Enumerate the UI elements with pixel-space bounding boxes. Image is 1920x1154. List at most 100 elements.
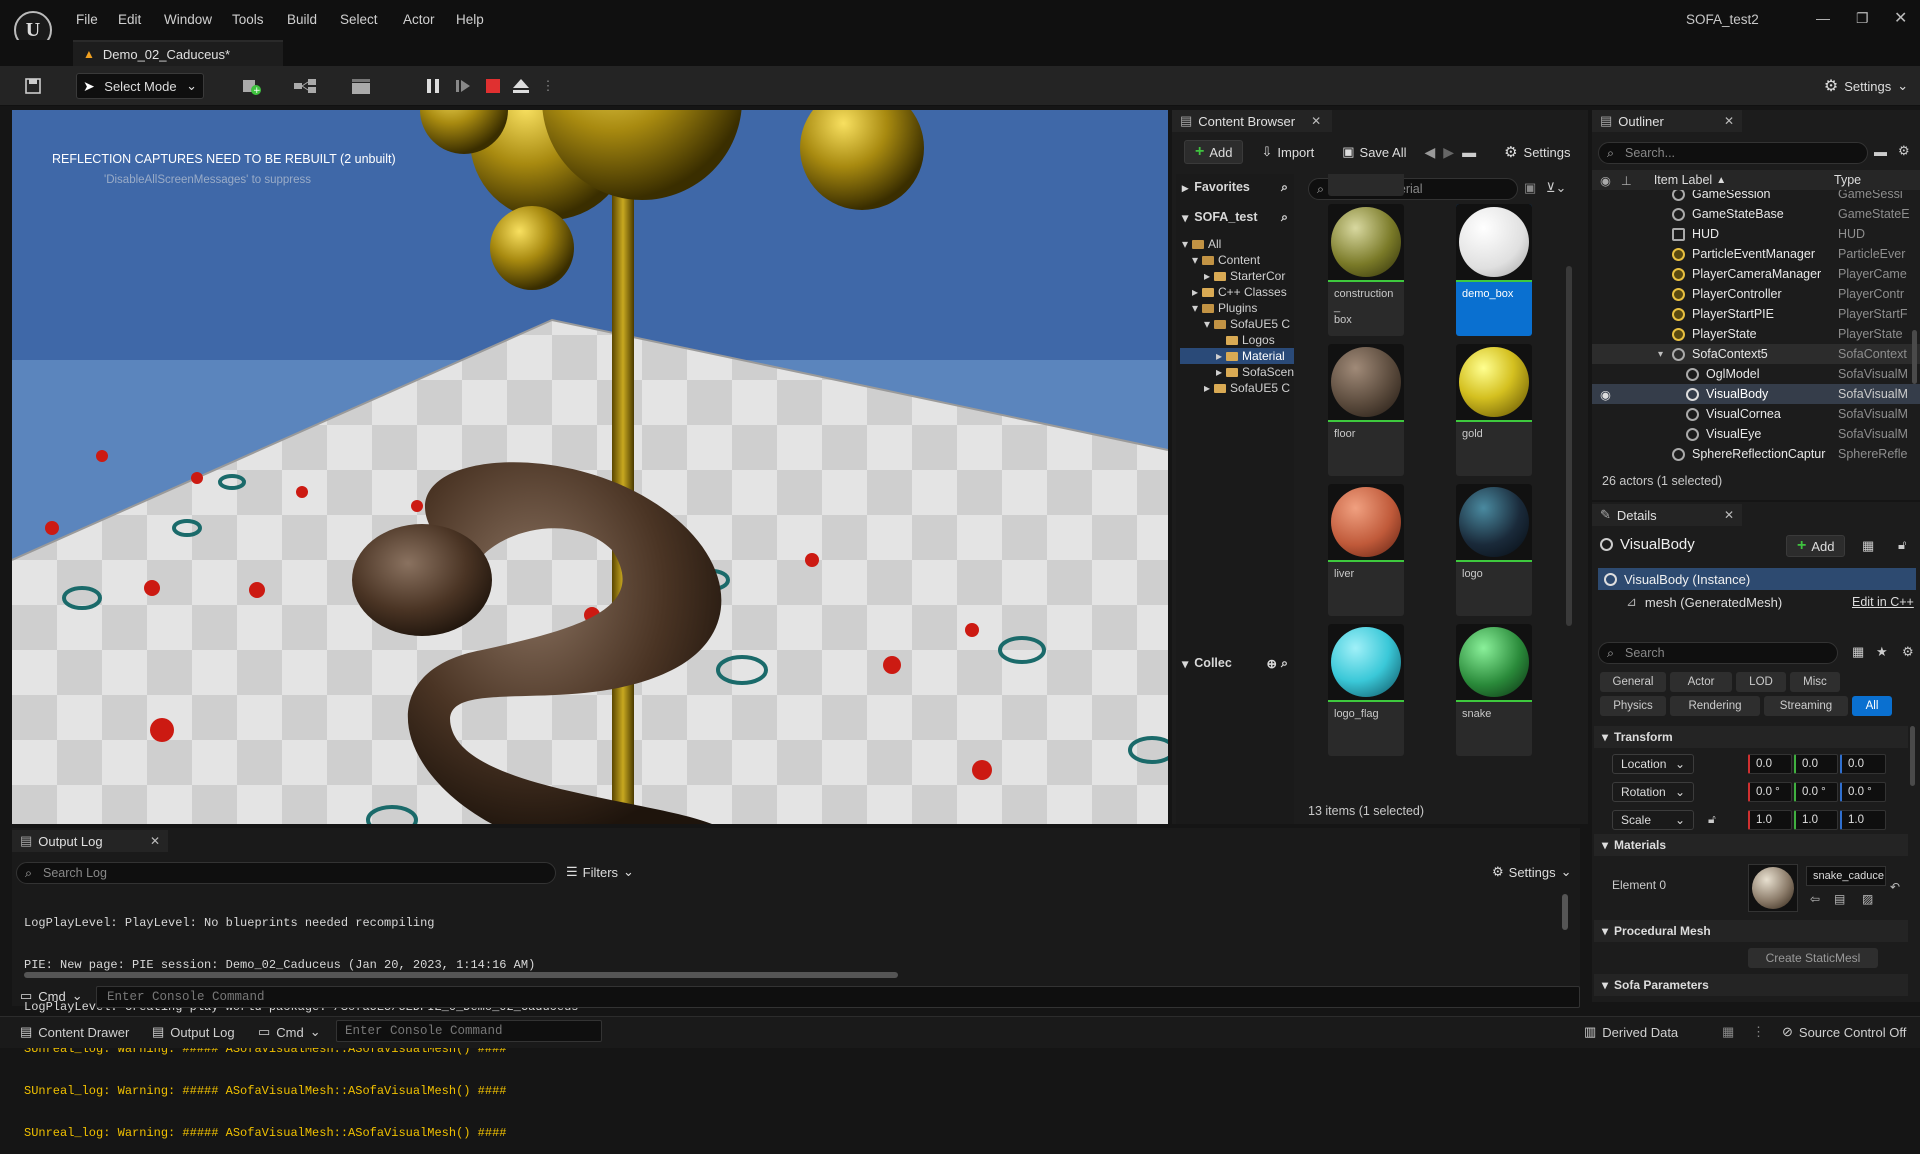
list-item[interactable]: HUD HUD [1592, 224, 1920, 244]
cinematics-icon[interactable] [344, 73, 386, 99]
filter-rendering[interactable]: Rendering [1670, 696, 1760, 716]
back-arrow-icon[interactable]: ◀ [1425, 144, 1436, 161]
favorites-section[interactable]: ▸ Favorites ⌕ [1176, 174, 1294, 200]
settings-button[interactable]: ⚙ Settings ⌄ [1818, 73, 1914, 99]
list-item[interactable]: PlayerState PlayerState [1592, 324, 1920, 344]
asset-tile[interactable]: logo_flag [1328, 624, 1404, 756]
gear-icon[interactable]: ⚙ [1898, 143, 1910, 159]
materials-section[interactable]: ▾ Materials [1594, 834, 1908, 856]
forward-arrow-icon[interactable]: ▶ [1443, 144, 1454, 161]
status-output-log-button[interactable]: ▤ Output Log [152, 1024, 235, 1040]
search-icon[interactable]: ⌕ [1281, 180, 1288, 195]
menu-help[interactable]: Help [456, 12, 484, 27]
stop-icon[interactable] [482, 73, 504, 99]
menu-window[interactable]: Window [164, 12, 212, 27]
location-y-field[interactable]: 0.0 [1794, 754, 1838, 774]
close-icon[interactable]: ✕ [1894, 8, 1907, 28]
search-icon[interactable]: ⌕ [1281, 656, 1288, 671]
tree-item-all[interactable]: ▾ All [1180, 236, 1294, 252]
scale-y-field[interactable]: 1.0 [1794, 810, 1838, 830]
console-command-input[interactable]: Enter Console Command [96, 986, 1580, 1008]
close-tab-icon[interactable]: ✕ [150, 834, 160, 848]
menu-edit[interactable]: Edit [118, 12, 141, 27]
list-item[interactable]: PlayerStartPIE PlayerStartF [1592, 304, 1920, 324]
scale-dropdown[interactable]: Scale ⌄ [1612, 810, 1694, 830]
gear-icon[interactable]: ⚙ [1902, 644, 1914, 660]
step-icon[interactable] [452, 73, 474, 99]
level-tab[interactable]: ▲ Demo_02_Caduceus* [73, 40, 283, 66]
list-item[interactable]: PlayerCameraManager PlayerCame [1592, 264, 1920, 284]
tree-item-starter[interactable]: ▸ StarterCor [1180, 268, 1294, 284]
notification-icon[interactable]: ▦ [1722, 1024, 1734, 1040]
outliner-scrollbar[interactable] [1912, 330, 1917, 384]
more-options-icon[interactable]: ⋮ [1752, 1024, 1765, 1040]
use-selected-icon[interactable]: ⇦ [1810, 892, 1820, 906]
blueprint-icon[interactable] [288, 73, 328, 99]
menu-actor[interactable]: Actor [403, 12, 435, 27]
item-label-column[interactable]: Item Label [1654, 173, 1712, 187]
save-all-button[interactable]: ▣ Save All [1332, 140, 1416, 164]
tree-item-cpp-classes[interactable]: ▸ C++ Classes [1180, 284, 1294, 300]
outliner-tab[interactable]: ▤ Outliner ✕ [1592, 110, 1742, 132]
menu-file[interactable]: File [76, 12, 98, 27]
type-column[interactable]: Type [1834, 173, 1861, 187]
log-horizontal-scrollbar[interactable] [24, 972, 898, 978]
more-options-icon[interactable]: ⋮ [540, 73, 556, 99]
rotation-x-field[interactable]: 0.0 ° [1748, 782, 1792, 802]
outliner-search-input[interactable]: ⌕ Search... [1598, 142, 1868, 164]
material-thumbnail[interactable] [1748, 864, 1798, 912]
transform-section[interactable]: ▾ Transform [1594, 726, 1908, 748]
list-item[interactable]: SphereReflectionCaptur SphereRefle [1592, 444, 1920, 464]
texture-icon[interactable]: ▨ [1862, 892, 1873, 906]
pause-icon[interactable] [422, 73, 444, 99]
visibility-icon[interactable]: ◉ [1600, 387, 1611, 402]
asset-tile-selected[interactable]: demo_box [1456, 204, 1532, 336]
asset-tile[interactable]: logo [1456, 484, 1532, 616]
content-browser-tab[interactable]: ▤ Content Browser ✕ [1172, 110, 1332, 132]
select-mode-dropdown[interactable]: ➤ Select Mode ⌄ [76, 73, 204, 99]
list-item[interactable]: ParticleEventManager ParticleEver [1592, 244, 1920, 264]
asset-tile[interactable]: gold [1456, 344, 1532, 476]
log-settings-button[interactable]: ⚙ Settings ⌄ [1492, 864, 1572, 880]
tree-item-content[interactable]: ▾ Content [1180, 252, 1294, 268]
rotation-z-field[interactable]: 0.0 ° [1840, 782, 1886, 802]
filter-general[interactable]: General [1600, 672, 1666, 692]
eject-icon[interactable] [508, 73, 534, 99]
asset-tile[interactable]: construction_ box [1328, 204, 1404, 336]
star-icon[interactable]: ★ [1876, 644, 1888, 660]
tree-item-sofascenes[interactable]: ▸ SofaScen [1180, 364, 1294, 380]
folder-icon[interactable]: ▬ [1462, 144, 1476, 160]
tree-item-logos[interactable]: Logos [1180, 332, 1294, 348]
scale-lock-icon[interactable]: 🔓︎ [1708, 812, 1716, 827]
close-tab-icon[interactable]: ✕ [1724, 508, 1734, 522]
component-mesh-row[interactable]: ⊿ mesh (GeneratedMesh) [1626, 594, 1782, 610]
add-button[interactable]: + Add [1184, 140, 1244, 164]
search-icon[interactable]: ⌕ [1281, 210, 1288, 225]
create-static-mesh-button[interactable]: Create StaticMesl [1748, 948, 1878, 968]
asset-tile[interactable]: liver [1328, 484, 1404, 616]
list-item[interactable]: VisualCornea SofaVisualM [1592, 404, 1920, 424]
log-vertical-scrollbar[interactable] [1562, 894, 1568, 930]
details-add-button[interactable]: + Add [1786, 535, 1846, 557]
list-item[interactable]: ▾ SofaContext5 SofaContext [1592, 344, 1920, 364]
tree-item-material[interactable]: ▸ Material [1180, 348, 1294, 364]
add-folder-icon[interactable]: ▬ [1874, 144, 1887, 159]
maximize-icon[interactable]: ❐ [1856, 10, 1869, 27]
asset-tile[interactable]: snake [1456, 624, 1532, 756]
filter-lod[interactable]: LOD [1736, 672, 1786, 692]
collections-section[interactable]: ▾ Collec ⊕ ⌕ [1176, 650, 1294, 676]
level-viewport[interactable]: REFLECTION CAPTURES NEED TO BE REBUILT (… [12, 110, 1168, 824]
visibility-icon[interactable]: ◉ [1600, 173, 1611, 188]
status-cmd-dropdown[interactable]: ▭ Cmd ⌄ [258, 1024, 321, 1040]
table-view-icon[interactable]: ▦ [1852, 644, 1864, 660]
sofa-parameters-section[interactable]: ▾ Sofa Parameters [1594, 974, 1908, 996]
cb-settings-button[interactable]: ⚙ Settings [1494, 140, 1580, 164]
close-tab-icon[interactable]: ✕ [1724, 114, 1734, 128]
material-name-field[interactable]: snake_caduce [1806, 866, 1886, 886]
status-console-input[interactable]: Enter Console Command [336, 1020, 602, 1042]
pin-icon[interactable]: ⊥ [1621, 173, 1632, 188]
close-tab-icon[interactable]: ✕ [1311, 114, 1321, 128]
filter-streaming[interactable]: Streaming [1764, 696, 1848, 716]
rotation-y-field[interactable]: 0.0 ° [1794, 782, 1838, 802]
edit-in-cpp-link[interactable]: Edit in C++ [1852, 595, 1914, 609]
